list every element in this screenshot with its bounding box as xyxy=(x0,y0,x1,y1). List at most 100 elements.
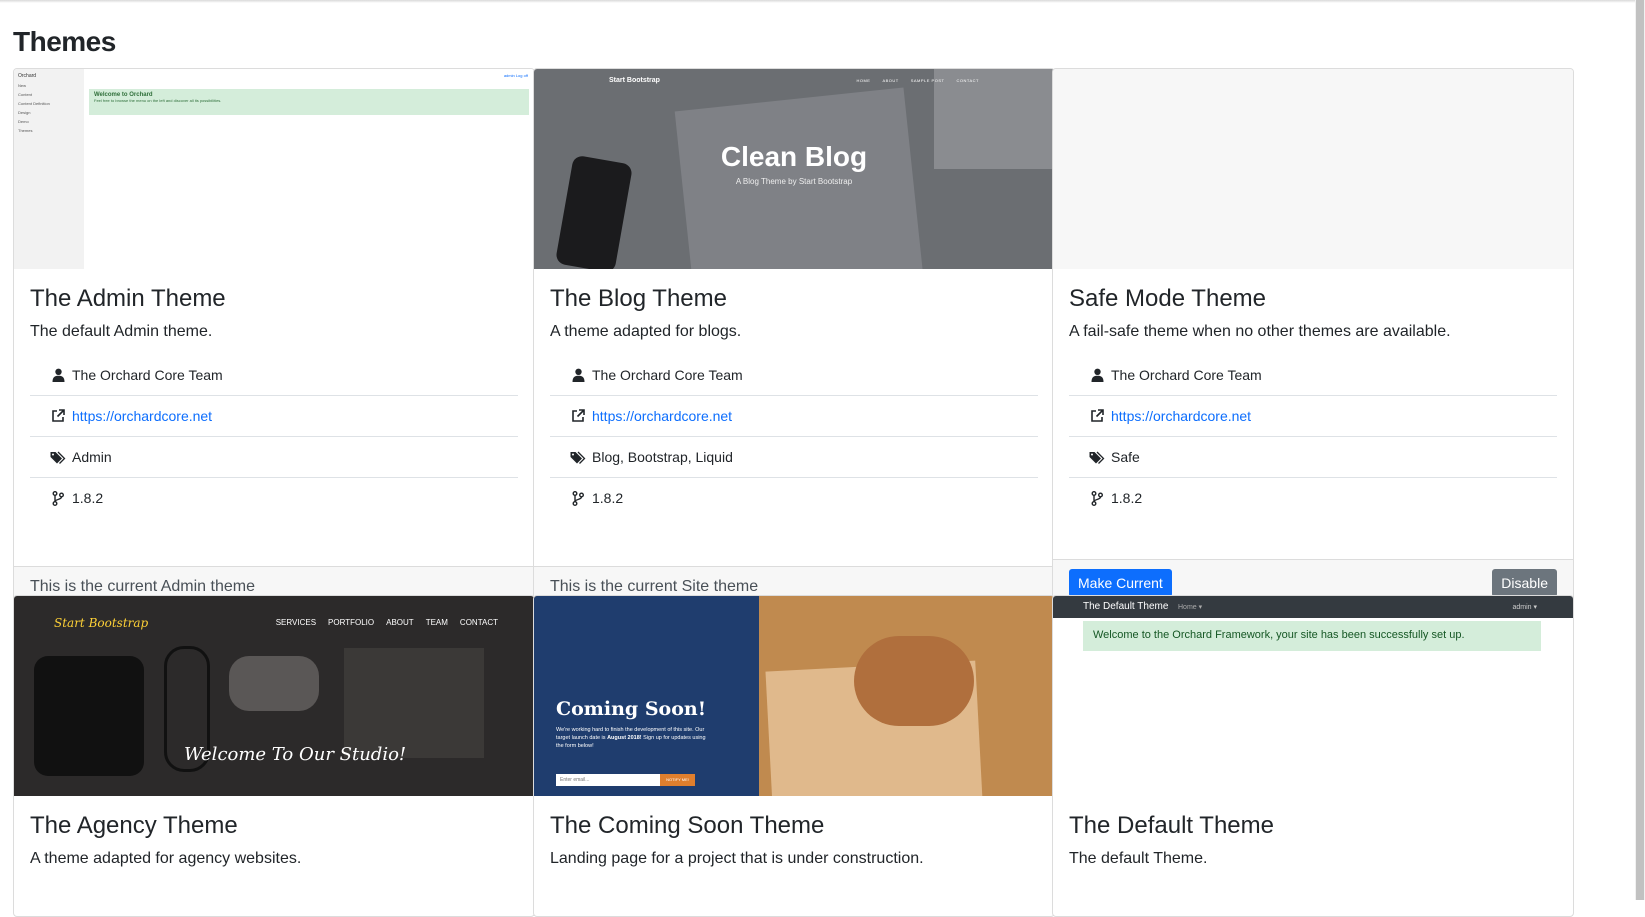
theme-preview-admin: New Content Content Definition Design De… xyxy=(14,69,534,269)
tags-text: Safe xyxy=(1111,449,1140,465)
preview-menu-item: SERVICES xyxy=(275,618,317,627)
tags-icon xyxy=(568,451,588,464)
external-link-icon xyxy=(48,409,68,423)
url-link[interactable]: https://orchardcore.net xyxy=(1111,408,1251,424)
card-title: The Agency Theme xyxy=(30,812,238,839)
tags-icon xyxy=(1087,451,1107,464)
card-body: The Admin Theme The default Admin theme.… xyxy=(14,269,534,518)
theme-preview-safe-mode xyxy=(1053,69,1573,269)
theme-preview-coming-soon: Coming Soon! We're working hard to finis… xyxy=(534,596,1054,796)
preview-text: We're working hard to finish the develop… xyxy=(556,726,706,750)
preview-book xyxy=(344,648,484,758)
theme-card-safe-mode: Safe Mode Theme A fail-safe theme when n… xyxy=(1052,68,1574,607)
user-icon xyxy=(568,368,588,382)
card-details: The Orchard Core Team https://orchardcor… xyxy=(550,355,1038,518)
make-current-button[interactable]: Make Current xyxy=(1069,569,1172,597)
card-url: https://orchardcore.net xyxy=(30,396,518,437)
card-author: The Orchard Core Team xyxy=(550,355,1038,396)
preview-notify-button: NOTIFY ME! xyxy=(660,774,695,786)
card-description: A theme adapted for agency websites. xyxy=(30,850,302,867)
preview-menu-item: CONTACT xyxy=(956,78,979,83)
card-body: The Default Theme The default Theme. xyxy=(1053,796,1573,868)
preview-hand xyxy=(854,636,974,726)
theme-preview-agency: Start Bootstrap SERVICES PORTFOLIO ABOUT TE… xyxy=(14,596,534,796)
disable-button[interactable]: Disable xyxy=(1492,569,1557,597)
preview-menu: SERVICES PORTFOLIO ABOUT TEAM CONTACT xyxy=(264,618,498,627)
version-text: 1.8.2 xyxy=(1111,490,1143,506)
card-title: The Default Theme xyxy=(1069,812,1274,839)
card-body: Safe Mode Theme A fail-safe theme when n… xyxy=(1053,269,1573,518)
card-title: The Admin Theme xyxy=(30,285,226,312)
url-link[interactable]: https://orchardcore.net xyxy=(72,408,212,424)
preview-sidebar: New Content Content Definition Design De… xyxy=(14,69,84,269)
card-title: Safe Mode Theme xyxy=(1069,285,1267,312)
external-link-icon xyxy=(568,409,588,423)
preview-brand: Start Bootstrap xyxy=(54,616,149,630)
card-version: 1.8.2 xyxy=(1069,478,1557,518)
branch-icon xyxy=(48,490,68,506)
branch-icon xyxy=(1087,490,1107,506)
preview-welcome: Welcome to Orchard Feel free to browse t… xyxy=(89,89,529,115)
card-tags: Blog, Bootstrap, Liquid xyxy=(550,437,1038,478)
theme-preview-blog: Start Bootstrap HOME ABOUT SAMPLE POST CONT… xyxy=(534,69,1054,269)
preview-launch-date: August 2018! xyxy=(607,735,642,741)
theme-card-agency: Start Bootstrap SERVICES PORTFOLIO ABOUT TE… xyxy=(13,595,535,917)
card-description: A fail-safe theme when no other themes a… xyxy=(1069,323,1451,340)
preview-wallet xyxy=(34,656,144,776)
external-link-icon xyxy=(1087,409,1107,423)
theme-card-default: The Default Theme Home ▾ admin ▾ Welcome… xyxy=(1052,595,1574,917)
card-details: The Orchard Core Team https://orchardcor… xyxy=(30,355,518,518)
user-icon xyxy=(48,368,68,382)
card-body: The Agency Theme A theme adapted for age… xyxy=(14,796,534,868)
card-url: https://orchardcore.net xyxy=(1069,396,1557,437)
card-body: The Coming Soon Theme Landing page for a… xyxy=(534,796,1054,868)
preview-menu-item: SAMPLE POST xyxy=(910,78,945,83)
card-body: The Blog Theme A theme adapted for blogs… xyxy=(534,269,1054,518)
branch-icon xyxy=(568,490,588,506)
theme-card-blog: Start Bootstrap HOME ABOUT SAMPLE POST CONT… xyxy=(533,68,1055,607)
author-text: The Orchard Core Team xyxy=(1111,367,1262,383)
preview-welcome: Welcome to the Orchard Framework, your s… xyxy=(1083,621,1541,651)
tags-text: Admin xyxy=(72,449,112,465)
preview-menu-item: New xyxy=(18,83,27,88)
preview-menu-item: CONTACT xyxy=(459,618,498,627)
preview-menu-item: Design xyxy=(18,110,31,115)
preview-subheading: A Blog Theme by Start Bootstrap xyxy=(735,177,853,186)
preview-menu-item: ABOUT xyxy=(386,618,414,627)
card-title: The Blog Theme xyxy=(550,285,727,312)
tags-text: Blog, Bootstrap, Liquid xyxy=(592,449,733,465)
card-tags: Safe xyxy=(1069,437,1557,478)
preview-brand: Start Bootstrap xyxy=(609,77,660,84)
version-text: 1.8.2 xyxy=(72,490,104,506)
preview-menu-item: Content Definition xyxy=(18,101,50,106)
card-title: The Coming Soon Theme xyxy=(550,812,825,839)
preview-menu-item: Themes xyxy=(18,128,33,133)
author-text: The Orchard Core Team xyxy=(592,367,743,383)
preview-left-panel xyxy=(534,596,759,796)
preview-menu-item: Content xyxy=(18,92,33,97)
card-tags: Admin xyxy=(30,437,518,478)
tags-icon xyxy=(48,451,68,464)
card-description: The default Admin theme. xyxy=(30,323,213,340)
author-text: The Orchard Core Team xyxy=(72,367,223,383)
scrollbar[interactable] xyxy=(1635,0,1645,900)
scrollbar-thumb[interactable] xyxy=(1636,0,1644,900)
card-author: The Orchard Core Team xyxy=(30,355,518,396)
preview-bowtie xyxy=(229,656,319,711)
preview-menu-item: HOME xyxy=(856,78,871,83)
preview-brand: The Default Theme xyxy=(1083,601,1169,612)
card-url: https://orchardcore.net xyxy=(550,396,1038,437)
url-link[interactable]: https://orchardcore.net xyxy=(592,408,732,424)
preview-email-input: Enter email... xyxy=(556,774,660,786)
preview-menu-item: TEAM xyxy=(425,618,448,627)
user-icon xyxy=(1087,368,1107,382)
theme-card-coming-soon: Coming Soon! We're working hard to finis… xyxy=(533,595,1055,917)
card-description: The default Theme. xyxy=(1069,850,1208,867)
theme-card-admin: New Content Content Definition Design De… xyxy=(13,68,535,607)
preview-heading: Coming Soon! xyxy=(556,698,707,720)
preview-menu-item: ABOUT xyxy=(882,78,899,83)
card-version: 1.8.2 xyxy=(550,478,1038,518)
top-shadow xyxy=(0,0,1645,3)
preview-menu-item: Demo xyxy=(18,119,29,124)
preview-menu-item: PORTFOLIO xyxy=(328,618,375,627)
